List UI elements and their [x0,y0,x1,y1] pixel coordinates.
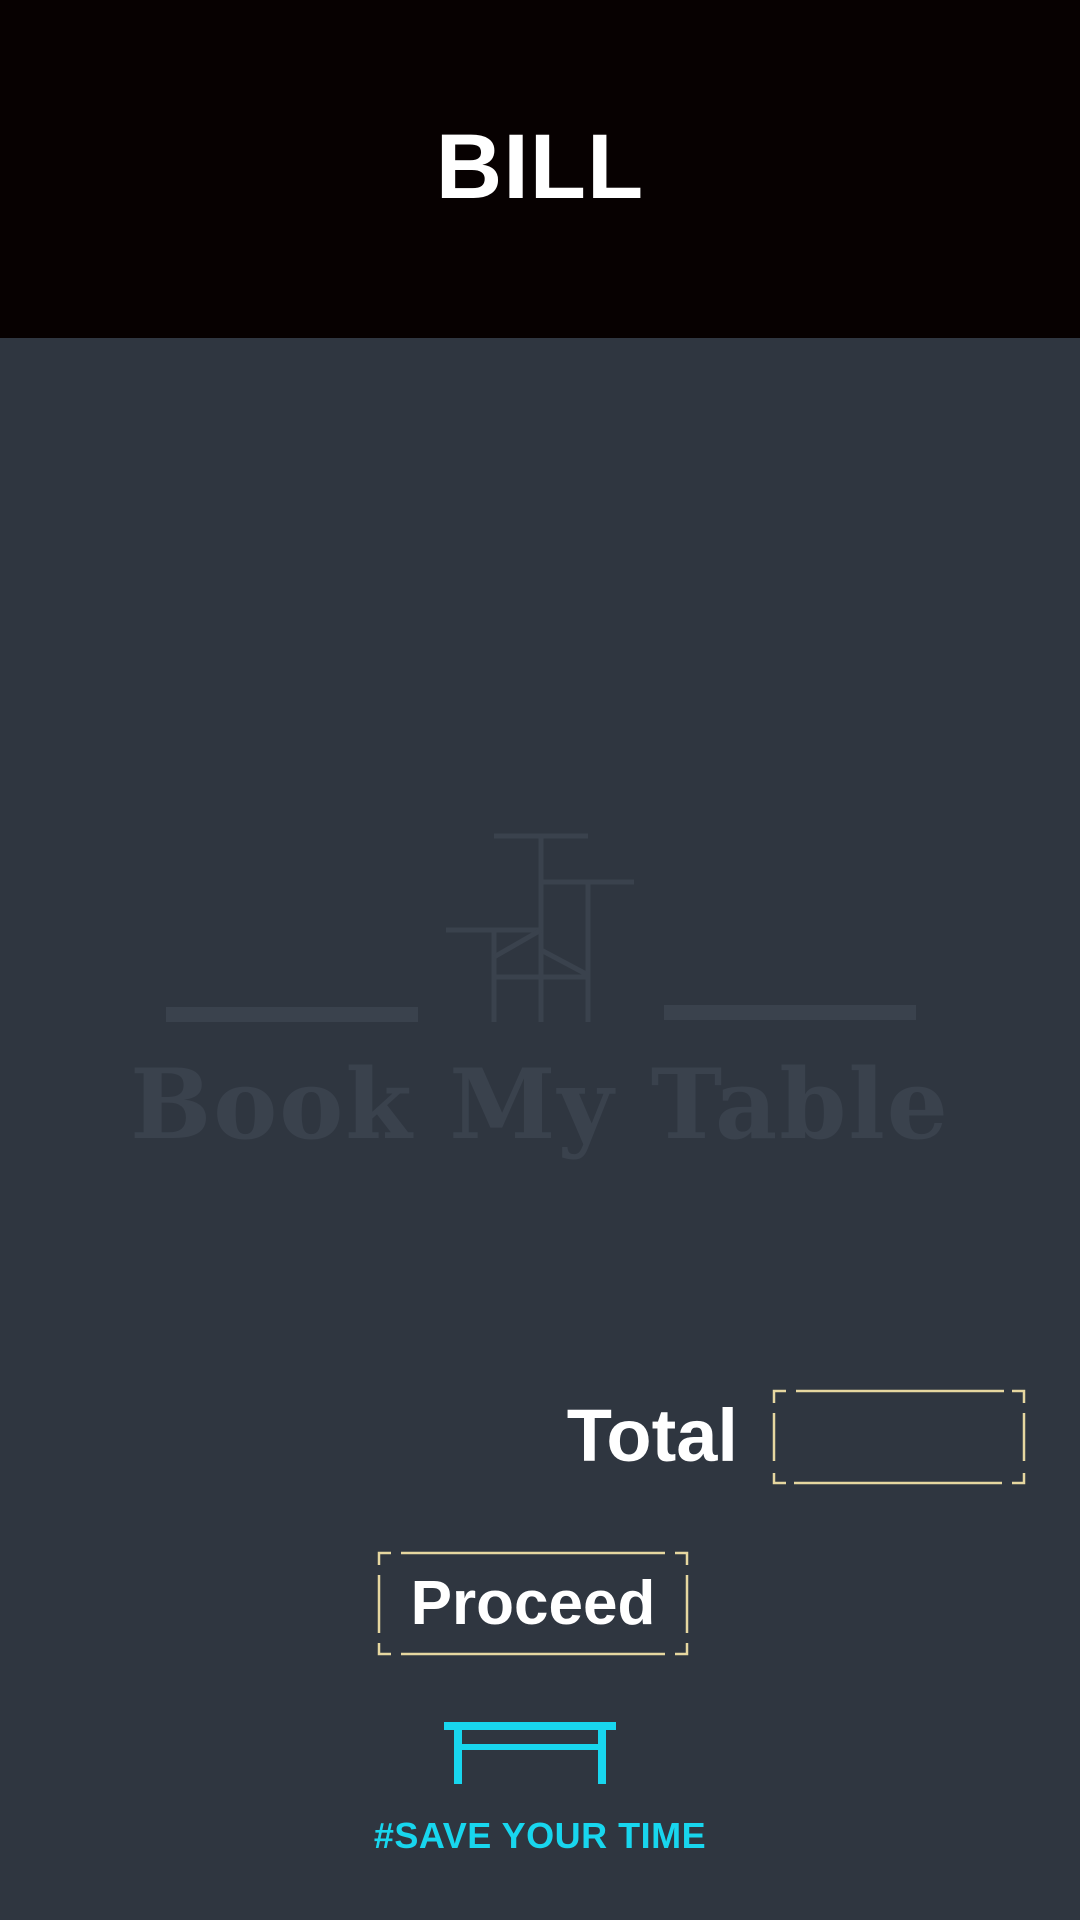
total-label: Total [566,1394,738,1477]
tagline: #SAVE YOUR TIME [373,1815,707,1856]
proceed-label: Proceed [410,1569,656,1638]
brand-watermark: Book My Table [0,820,1080,1180]
watermark-brand-text: Book My Table [130,1048,950,1161]
table-icon [444,1722,616,1784]
proceed-button[interactable]: Proceed [377,1551,689,1656]
app-header: BILL [0,0,1080,338]
total-amount-field [772,1389,1026,1485]
page-title: BILL [435,115,645,218]
